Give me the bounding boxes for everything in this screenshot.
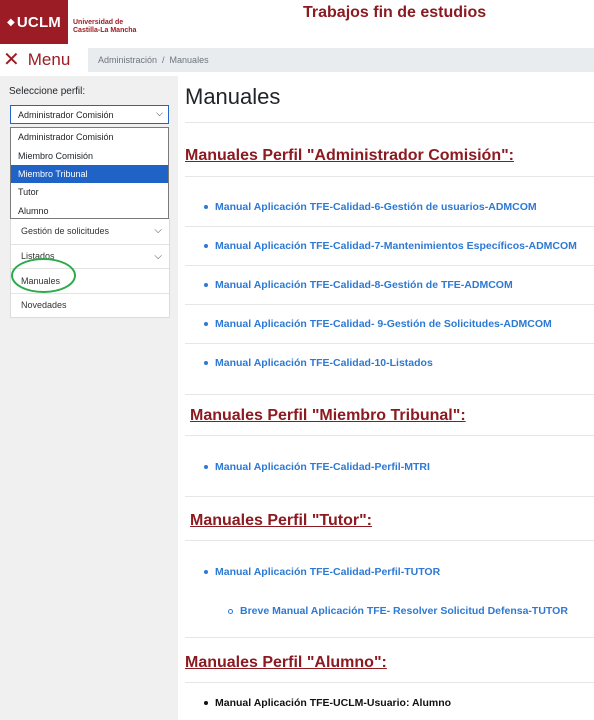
sidebar: Seleccione perfil: Administrador Comisió… — [0, 76, 178, 720]
bullet-icon — [204, 205, 208, 209]
sidebar-item-gestion-solicitudes[interactable]: Gestión de solicitudes ⌵ — [11, 219, 169, 244]
uclm-logo[interactable]: ◆ UCLM — [0, 0, 68, 44]
app-header: ◆ UCLM Universidad de Castilla-La Mancha… — [0, 0, 594, 44]
section-title-administrador-comision: Manuales Perfil "Administrador Comisión"… — [185, 147, 514, 164]
section-title-alumno: Manuales Perfil "Alumno": — [185, 654, 387, 671]
manual-link[interactable]: Manual Aplicación TFE-Calidad-Perfil-TUT… — [204, 566, 440, 578]
bullet-icon — [204, 465, 208, 469]
divider — [185, 343, 594, 344]
manual-sublink[interactable]: Breve Manual Aplicación TFE- Resolver So… — [228, 605, 568, 617]
bullet-icon — [204, 244, 208, 248]
divider — [185, 637, 594, 638]
profile-select[interactable]: Administrador Comisión ⌵ — [10, 105, 169, 124]
page-title: Manuales — [185, 84, 281, 109]
bullet-icon — [204, 322, 208, 326]
divider — [185, 176, 594, 177]
chevron-down-icon: ⌵ — [154, 225, 162, 236]
breadcrumb-separator: / — [162, 55, 165, 65]
bullet-icon — [204, 361, 208, 365]
profile-option-miembro-comision[interactable]: Miembro Comisión — [11, 146, 168, 164]
divider — [185, 394, 594, 395]
chevron-down-icon: ⌵ — [154, 250, 162, 262]
breadcrumb-item-administracion[interactable]: Administración — [98, 55, 157, 65]
divider — [185, 435, 594, 436]
bullet-icon — [204, 283, 208, 287]
divider — [185, 540, 594, 541]
diamond-icon: ◆ — [6, 16, 15, 28]
manual-link[interactable]: Manual Aplicación TFE-Calidad-Perfil-MTR… — [204, 461, 430, 473]
chevron-down-icon: ⌵ — [156, 108, 163, 118]
sidebar-item-novedades[interactable]: Novedades — [11, 292, 169, 318]
app-title: Trabajos fin de estudios — [303, 4, 487, 21]
divider — [185, 226, 594, 227]
section-title-tutor: Manuales Perfil "Tutor": — [190, 512, 373, 529]
breadcrumb-item-manuales: Manuales — [169, 55, 209, 65]
manual-link[interactable]: Manual Aplicación TFE-Calidad-7-Mantenim… — [204, 240, 577, 252]
profile-option-alumno[interactable]: Alumno — [11, 202, 168, 220]
bullet-icon — [204, 570, 208, 574]
annotation-circle — [11, 258, 76, 293]
profile-dropdown: Administrador Comisión Miembro Comisión … — [10, 127, 169, 219]
divider — [185, 122, 594, 123]
bullet-icon — [204, 701, 208, 705]
divider — [185, 496, 594, 497]
manual-link[interactable]: Manual Aplicación TFE-Calidad-6-Gestión … — [204, 201, 537, 213]
university-name: Universidad de Castilla-La Mancha — [73, 19, 137, 34]
divider — [185, 304, 594, 305]
profile-option-miembro-tribunal[interactable]: Miembro Tribunal — [11, 164, 168, 184]
manual-link[interactable]: Manual Aplicación TFE-Calidad-8-Gestión … — [204, 279, 513, 291]
profile-label: Seleccione perfil: — [9, 86, 86, 97]
menu-toggle-button[interactable]: ✕ Menu — [3, 49, 70, 71]
divider — [185, 682, 594, 683]
manual-link[interactable]: Manual Aplicación TFE-Calidad-10-Listado… — [204, 357, 433, 369]
breadcrumb: Administración / Manuales — [88, 48, 594, 72]
manual-link[interactable]: Manual Aplicación TFE-UCLM-Usuario: Alum… — [204, 697, 451, 709]
section-title-miembro-tribunal: Manuales Perfil "Miembro Tribunal": — [190, 407, 466, 424]
profile-select-value: Administrador Comisión — [18, 109, 114, 120]
profile-option-administrador-comision[interactable]: Administrador Comisión — [11, 128, 168, 146]
divider — [185, 265, 594, 266]
main-content: Manuales Manuales Perfil "Administrador … — [185, 76, 594, 720]
circle-bullet-icon — [228, 608, 233, 614]
manual-link[interactable]: Manual Aplicación TFE-Calidad- 9-Gestión… — [204, 318, 552, 330]
close-icon: ✕ — [3, 49, 20, 71]
profile-option-tutor[interactable]: Tutor — [11, 183, 168, 201]
